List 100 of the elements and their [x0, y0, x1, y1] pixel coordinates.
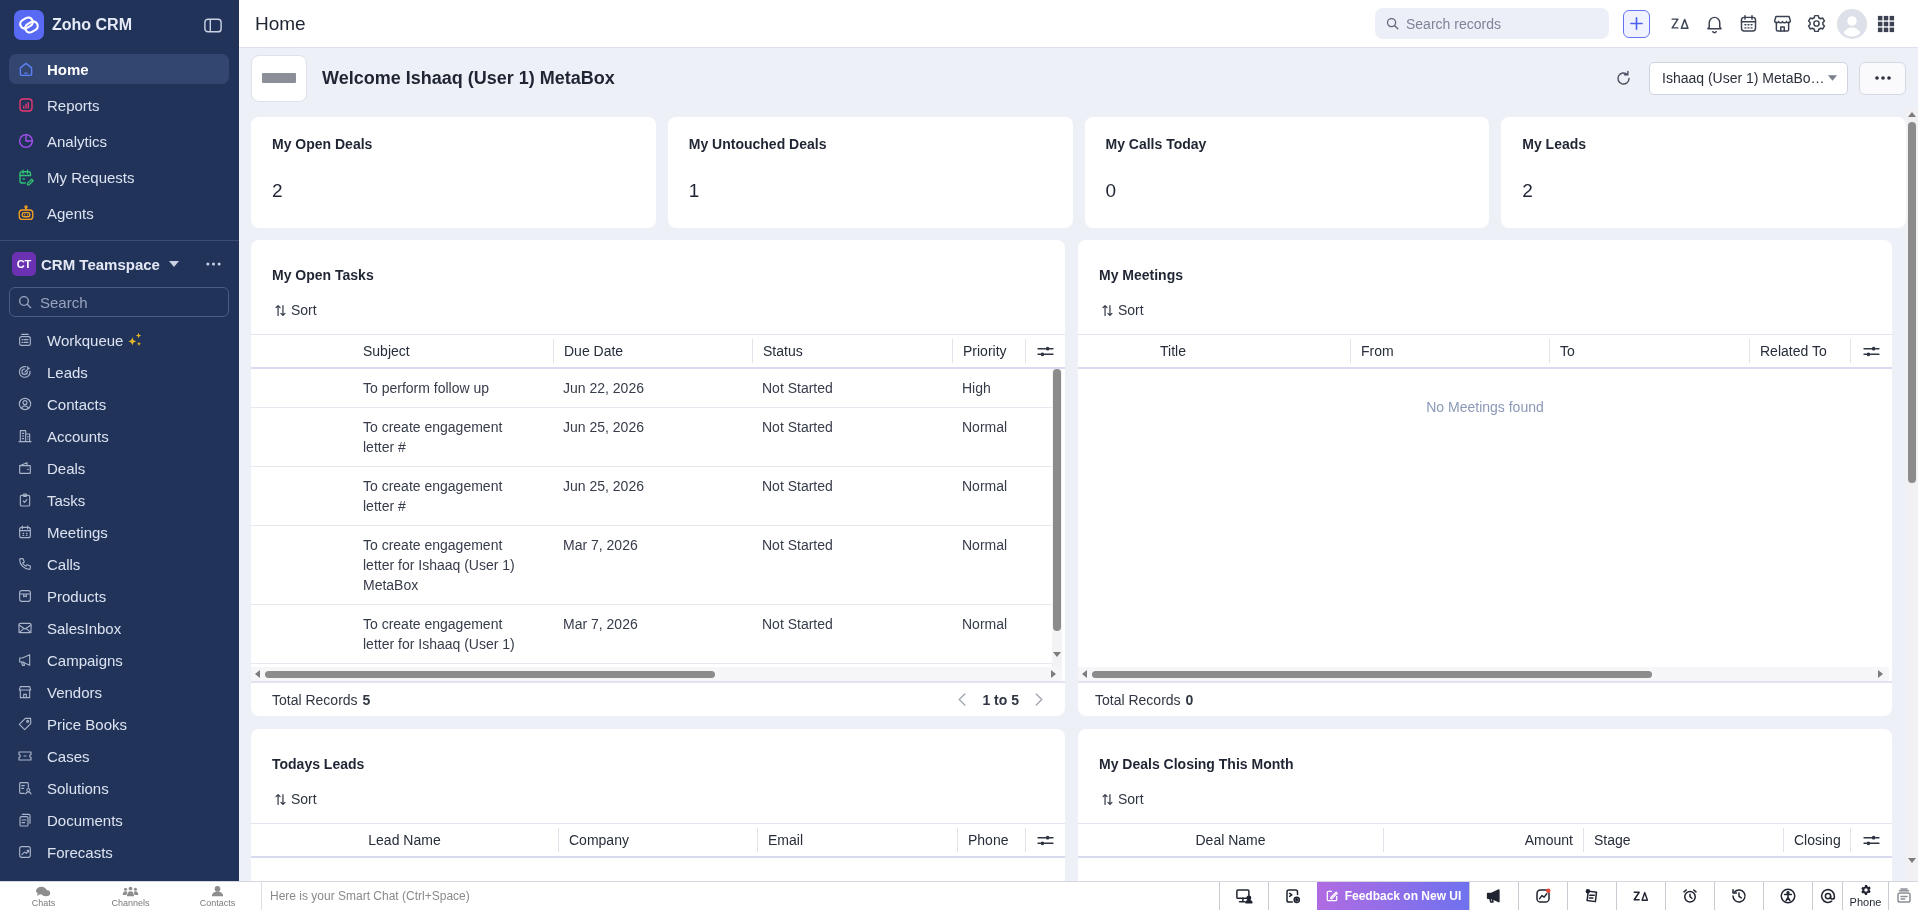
- sidebar-item[interactable]: Reports: [9, 90, 229, 120]
- table-cell-text: To perform follow up: [362, 379, 491, 398]
- document-play-icon[interactable]: [1284, 887, 1302, 905]
- column-header[interactable]: Status: [752, 339, 952, 363]
- sidebar-item[interactable]: Deals: [9, 454, 229, 482]
- phone-settings-button[interactable]: Phone: [1849, 884, 1882, 908]
- column-header[interactable]: Amount: [1383, 828, 1583, 852]
- chat-tab[interactable]: Channels: [87, 882, 174, 910]
- column-settings-icon[interactable]: [1863, 344, 1880, 358]
- sidebar-item[interactable]: Contacts: [9, 390, 229, 418]
- horizontal-scrollbar[interactable]: [251, 667, 1062, 681]
- column-header[interactable]: Deal Name: [1078, 828, 1383, 852]
- chat-tab[interactable]: Contacts: [174, 882, 261, 910]
- teamspace-dropdown[interactable]: CRM Teamspace: [41, 255, 179, 273]
- sidebar-item[interactable]: Meetings: [9, 518, 229, 546]
- settings-icon[interactable]: [1806, 13, 1827, 34]
- column-header[interactable]: Email: [757, 828, 957, 852]
- sidebar-item[interactable]: Cases: [9, 742, 229, 770]
- ticket-icon: [17, 748, 33, 764]
- column-header[interactable]: Company: [558, 828, 757, 852]
- total-records-count: 5: [362, 691, 371, 708]
- scroll-right-arrow-icon[interactable]: [1051, 670, 1056, 678]
- sort-button[interactable]: Sort: [1101, 789, 1144, 809]
- sidebar-item[interactable]: Vendors: [9, 678, 229, 706]
- column-header[interactable]: Priority: [952, 339, 1025, 363]
- sidebar-item[interactable]: Solutions: [9, 774, 229, 802]
- more-icon[interactable]: [206, 262, 221, 266]
- sidebar-item[interactable]: Home: [9, 54, 229, 84]
- column-header[interactable]: Title: [1078, 339, 1350, 363]
- chat-tab[interactable]: Chats: [0, 882, 87, 910]
- sidebar-item[interactable]: Leads: [9, 358, 229, 386]
- scrollbar-thumb[interactable]: [1092, 670, 1652, 678]
- column-settings-icon[interactable]: [1037, 833, 1054, 847]
- sidebar-item[interactable]: Forecasts: [9, 838, 229, 866]
- user-dropdown[interactable]: Ishaaq (User 1) MetaBo…: [1649, 61, 1848, 95]
- sort-button[interactable]: Sort: [1101, 300, 1144, 320]
- sidebar-item[interactable]: Analytics: [9, 126, 229, 156]
- column-header[interactable]: Closing: [1783, 828, 1850, 852]
- chat-bubbles-icon: [35, 884, 52, 897]
- column-header[interactable]: Subject: [251, 339, 553, 363]
- pie-chart-icon: [17, 132, 35, 150]
- store-icon[interactable]: [1772, 13, 1793, 34]
- column-header[interactable]: Due Date: [553, 339, 752, 363]
- scroll-right-arrow-icon[interactable]: [1878, 670, 1883, 678]
- logo-icon: [14, 10, 44, 40]
- sidebar-item[interactable]: Campaigns: [9, 646, 229, 674]
- megaphone-icon[interactable]: [1485, 887, 1503, 905]
- search-icon: [17, 294, 33, 310]
- scroll-down-arrow-icon[interactable]: [1053, 652, 1061, 657]
- add-button[interactable]: [1623, 9, 1650, 38]
- sidebar-item[interactable]: Price Books: [9, 710, 229, 738]
- column-header[interactable]: To: [1549, 339, 1749, 363]
- scroll-left-arrow-icon[interactable]: [255, 670, 260, 678]
- horizontal-scrollbar[interactable]: [1078, 667, 1889, 681]
- history-icon[interactable]: [1730, 887, 1748, 905]
- stacked-cards-icon[interactable]: [1894, 887, 1913, 905]
- sidebar-item[interactable]: Calls: [9, 550, 229, 578]
- sidebar-item[interactable]: Products: [9, 582, 229, 610]
- sort-button[interactable]: Sort: [274, 300, 317, 320]
- sidebar-item[interactable]: Agents: [9, 198, 229, 228]
- vertical-scrollbar[interactable]: [1052, 369, 1062, 667]
- smart-chat-field[interactable]: Here is your Smart Chat (Ctrl+Space): [261, 881, 1219, 910]
- column-settings-icon[interactable]: [1863, 833, 1880, 847]
- scroll-left-arrow-icon[interactable]: [1082, 670, 1087, 678]
- scrollbar-thumb[interactable]: [1053, 369, 1061, 631]
- scrollbar-thumb[interactable]: [1908, 122, 1916, 483]
- column-header[interactable]: From: [1350, 339, 1549, 363]
- calendar-pen-icon: [17, 168, 35, 186]
- column-header[interactable]: Stage: [1583, 828, 1783, 852]
- at-sign-icon[interactable]: [1818, 887, 1837, 905]
- sidebar-item[interactable]: Tasks: [9, 486, 229, 514]
- calendar-icon[interactable]: [1738, 13, 1759, 34]
- scrollbar-thumb[interactable]: [265, 670, 715, 678]
- sidebar-item[interactable]: My Requests: [9, 162, 229, 192]
- accessibility-icon[interactable]: [1779, 887, 1797, 905]
- stat-title: My Open Deals: [272, 135, 373, 154]
- more-button[interactable]: [1859, 61, 1906, 95]
- chart-icon[interactable]: [1534, 887, 1552, 905]
- apps-grid-icon[interactable]: [1877, 14, 1895, 33]
- column-header[interactable]: Related To: [1749, 339, 1850, 363]
- sidebar-item[interactable]: Documents: [9, 806, 229, 834]
- column-settings-icon[interactable]: [1037, 344, 1054, 358]
- refresh-icon[interactable]: [1614, 68, 1633, 88]
- search-icon: [1385, 16, 1400, 31]
- column-header[interactable]: Phone: [957, 828, 1025, 852]
- table-cell-text: To create engagement letter #: [362, 418, 504, 457]
- sidebar-item[interactable]: SalesInbox: [9, 614, 229, 642]
- sidebar-item[interactable]: Accounts: [9, 422, 229, 450]
- sort-button[interactable]: Sort: [274, 789, 317, 809]
- scroll-up-arrow-icon[interactable]: [1908, 112, 1916, 117]
- column-header[interactable]: Lead Name: [251, 828, 558, 852]
- search-field[interactable]: Search records: [1375, 8, 1609, 39]
- alarm-clock-icon[interactable]: [1681, 887, 1699, 905]
- sidebar-toggle-icon[interactable]: [204, 17, 222, 33]
- vertical-scrollbar[interactable]: [1906, 108, 1918, 881]
- panel-title: My Meetings: [1099, 266, 1184, 285]
- monitor-user-icon[interactable]: [1235, 887, 1253, 905]
- search-field[interactable]: Search: [9, 287, 229, 317]
- building-icon: [17, 428, 33, 444]
- sidebar-item[interactable]: Workqueue: [9, 326, 229, 354]
